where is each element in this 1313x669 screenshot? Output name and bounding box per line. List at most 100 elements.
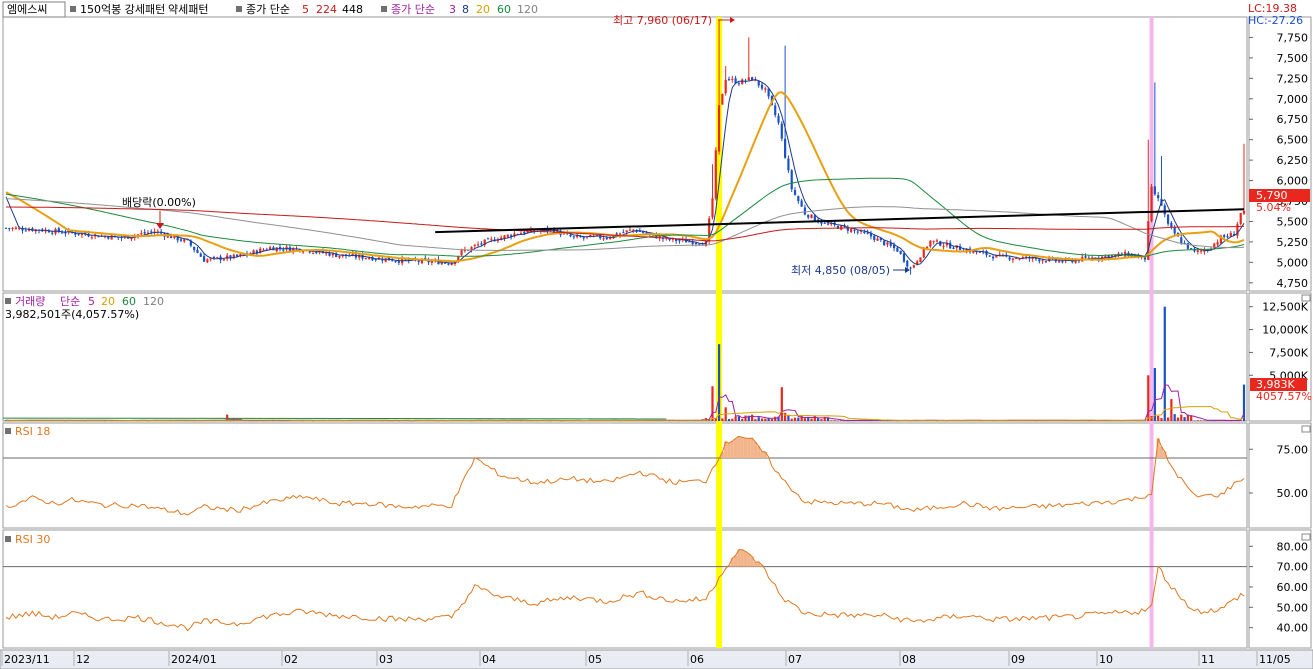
- ma2-period-60: 60: [497, 3, 511, 16]
- candle-body: [991, 256, 995, 259]
- candle-body: [11, 227, 14, 229]
- price-tick-label: 6,250: [1277, 154, 1309, 167]
- price-tick-label: 5,250: [1277, 236, 1309, 249]
- candle-body: [1038, 259, 1041, 262]
- volume-bar: [836, 420, 840, 422]
- candle-body: [793, 190, 797, 195]
- candle-body: [282, 249, 285, 251]
- rsi30-marker: [5, 536, 11, 542]
- volume-bar: [793, 417, 797, 421]
- candle-body: [919, 257, 922, 263]
- candle-body: [876, 238, 879, 241]
- panel-frame-rsi1: [2, 422, 1248, 529]
- x-tick-label: 06: [690, 653, 704, 666]
- candle-body: [490, 238, 493, 240]
- candle-body: [1190, 248, 1193, 250]
- candle-body: [724, 79, 727, 94]
- candle-body: [216, 257, 219, 259]
- price-tick-label: 7,250: [1277, 72, 1309, 85]
- candle-body: [1044, 261, 1048, 263]
- candle-body: [777, 115, 780, 123]
- candle-body: [1229, 232, 1232, 237]
- candle-body: [222, 259, 225, 261]
- candle-body: [179, 239, 183, 241]
- volume-bar: [1157, 415, 1160, 421]
- candle-body: [1150, 186, 1153, 222]
- x-tick-label: 02: [284, 653, 298, 666]
- candle-body: [1173, 227, 1176, 234]
- x-tick-label: 11: [1201, 653, 1215, 666]
- candle-body: [694, 242, 698, 244]
- candle-body: [721, 93, 724, 105]
- candle-body: [714, 150, 717, 199]
- candle-body: [523, 232, 526, 234]
- candle-body: [443, 262, 447, 264]
- volume-bar: [1173, 414, 1176, 421]
- candle-body: [711, 198, 714, 218]
- volume-bar: [1193, 420, 1196, 422]
- price-tick-label: 5,500: [1277, 215, 1309, 228]
- ma2-label: 종가 단순: [391, 3, 435, 16]
- candle-body: [873, 235, 876, 240]
- volume-ma-20: 20: [101, 295, 115, 308]
- volume-bar: [830, 420, 833, 421]
- candle-body: [988, 255, 991, 257]
- volume-bar: [727, 418, 731, 421]
- symbol-label: 엠에스씨: [7, 3, 47, 16]
- candle-body: [150, 231, 153, 233]
- candle-body: [1239, 212, 1242, 225]
- candle-body: [1166, 214, 1170, 224]
- volume-bar: [1199, 420, 1203, 421]
- ma2-marker: [381, 6, 387, 12]
- candle-body: [1196, 250, 1199, 252]
- candle-body: [826, 223, 830, 225]
- candle-body: [1157, 195, 1160, 199]
- rsi30-tick-label: 70.00: [1277, 561, 1309, 574]
- volume-bar: [817, 418, 820, 421]
- candle-body: [77, 233, 80, 235]
- stock-chart[interactable]: 4,7505,0005,2505,5005,7506,0006,2506,500…: [0, 0, 1313, 669]
- candle-body: [460, 250, 463, 256]
- candle-body: [110, 235, 113, 240]
- candle-body: [886, 242, 889, 245]
- candle-body: [935, 240, 939, 242]
- volume-ma-5: 5: [88, 295, 95, 308]
- candle-body: [764, 88, 767, 90]
- volume-bar: [1183, 417, 1186, 421]
- rsi18-label: RSI 18: [15, 425, 50, 438]
- volume-bar: [1166, 417, 1170, 421]
- candle-body: [569, 234, 572, 237]
- candle-body: [800, 200, 803, 207]
- dividend-label: 배당락(0.00%): [122, 196, 196, 209]
- candle-body: [1153, 186, 1156, 195]
- pattern-tag-2: 약세패턴: [168, 2, 208, 16]
- price-tick-label: 4,750: [1277, 277, 1309, 290]
- ma-label: 종가 단순: [246, 3, 290, 16]
- candle-body: [212, 257, 216, 259]
- volume-bar: [764, 418, 767, 421]
- price-tick-label: 7,000: [1277, 93, 1309, 106]
- candle-body: [1015, 258, 1018, 260]
- volume-ma-60: 60: [122, 295, 136, 308]
- candle-body: [61, 232, 64, 234]
- rsi30-tick-label: 50.00: [1277, 601, 1309, 614]
- volume-label: 거래량: [15, 295, 45, 308]
- x-tick-label: 12: [76, 653, 90, 666]
- low-label: 최저 4,850 (08/05): [791, 264, 890, 277]
- volume-bar: [1203, 420, 1206, 421]
- axis-frame-rsi1: [1248, 422, 1312, 529]
- panel-frame-vol: [2, 292, 1248, 422]
- volume-bar: [820, 419, 823, 421]
- volume-bar: [741, 419, 744, 421]
- candle-body: [774, 105, 777, 116]
- candle-body: [572, 236, 575, 238]
- volume-marker: [5, 298, 11, 304]
- volume-bar: [833, 420, 836, 421]
- candle-body: [863, 231, 866, 233]
- volume-bar: [737, 416, 740, 421]
- volume-bar: [803, 418, 807, 421]
- candle-body: [1226, 236, 1229, 238]
- chart-background: [0, 0, 1313, 669]
- volume-tick-label: 7,500K: [1269, 346, 1308, 359]
- candle-body: [678, 240, 681, 242]
